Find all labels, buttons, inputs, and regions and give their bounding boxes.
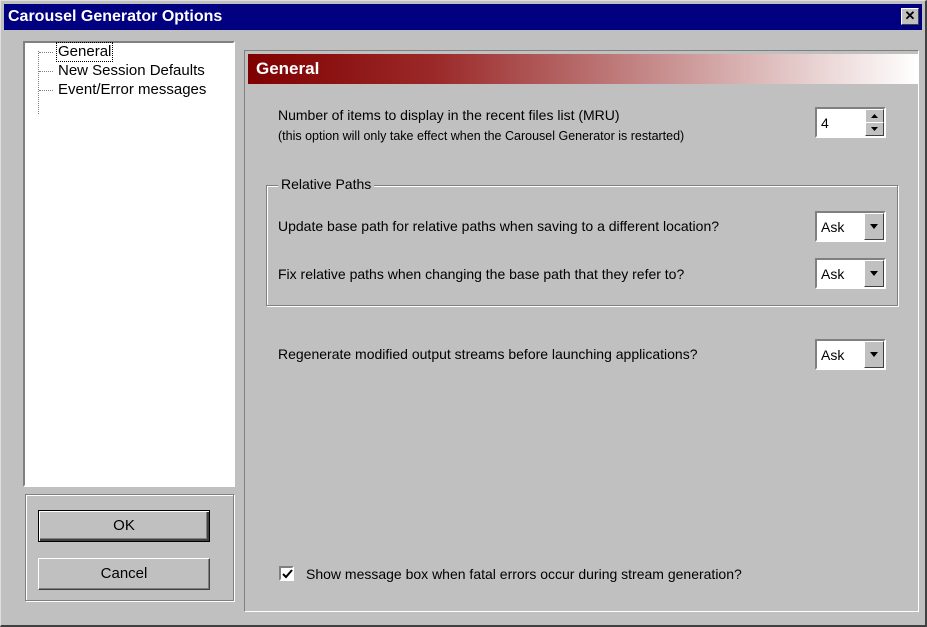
tree-item-label: General [55, 42, 114, 62]
ok-button[interactable]: OK [38, 510, 210, 542]
fatal-errors-label[interactable]: Show message box when fatal errors occur… [306, 566, 742, 582]
tree-connector [38, 51, 39, 114]
panel-header: General [248, 54, 918, 84]
window-title: Carousel Generator Options [8, 8, 223, 25]
chevron-down-icon [870, 271, 878, 276]
update-base-path-select[interactable]: Ask [815, 211, 886, 242]
spin-up-button[interactable] [865, 109, 884, 123]
fix-relative-paths-label: Fix relative paths when changing the bas… [278, 266, 685, 282]
mru-count-spinner[interactable]: 4 [815, 107, 886, 138]
panel-title: General [256, 59, 320, 78]
mru-label: Number of items to display in the recent… [278, 107, 620, 123]
arrow-up-icon [871, 114, 878, 118]
chevron-down-icon [870, 352, 878, 357]
dropdown-button[interactable] [864, 260, 884, 287]
options-dialog: Carousel Generator Options ✕ General New… [0, 0, 927, 627]
fatal-errors-checkbox[interactable] [279, 566, 294, 581]
tree-item-label: Event/Error messages [58, 81, 207, 98]
regenerate-streams-label: Regenerate modified output streams befor… [278, 346, 698, 362]
dropdown-button[interactable] [864, 213, 884, 240]
chevron-down-icon [870, 224, 878, 229]
checkmark-icon [282, 569, 293, 579]
options-tree[interactable]: General New Session Defaults Event/Error… [23, 41, 235, 487]
close-icon: ✕ [904, 8, 916, 23]
close-button[interactable]: ✕ [901, 8, 919, 25]
relative-paths-group-label: Relative Paths [278, 176, 375, 192]
fix-relative-paths-value: Ask [821, 266, 845, 282]
arrow-down-icon [871, 127, 878, 131]
cancel-button[interactable]: Cancel [38, 558, 210, 590]
update-base-path-value: Ask [821, 219, 845, 235]
mru-count-value[interactable]: 4 [821, 115, 829, 131]
relative-paths-group [266, 185, 898, 306]
update-base-path-label: Update base path for relative paths when… [278, 218, 720, 234]
dialog-buttons-group: OK Cancel [25, 494, 234, 601]
mru-note: (this option will only take effect when … [278, 129, 685, 143]
regenerate-streams-value: Ask [821, 347, 845, 363]
regenerate-streams-select[interactable]: Ask [815, 339, 886, 370]
dropdown-button[interactable] [864, 341, 884, 368]
title-bar[interactable]: Carousel Generator Options ✕ [4, 4, 922, 30]
tree-item-label: New Session Defaults [58, 62, 205, 79]
fix-relative-paths-select[interactable]: Ask [815, 258, 886, 289]
spin-down-button[interactable] [865, 122, 884, 136]
